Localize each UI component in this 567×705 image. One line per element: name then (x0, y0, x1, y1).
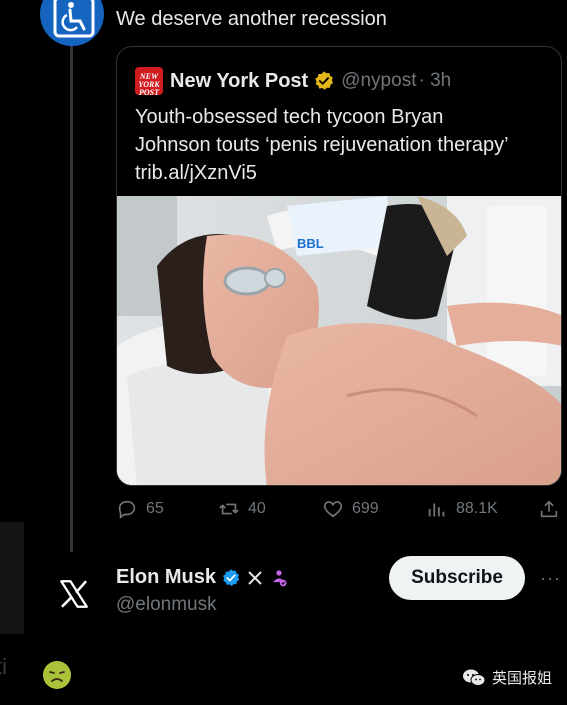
views-icon (428, 503, 445, 517)
views-count: 88.1K (456, 500, 498, 517)
like-button[interactable]: 699 (322, 498, 379, 520)
watermark-text: 英国报姐 (492, 670, 553, 687)
quoted-tweet-image[interactable]: BBL (117, 196, 561, 485)
author-row: Elon Musk @elonmusk Subscribe ··· (0, 556, 567, 626)
author-name[interactable]: Elon Musk (116, 566, 216, 589)
repost-count: 40 (248, 500, 266, 517)
quoted-tweet-card[interactable]: NEW YORK POST New York Post @nypost · 3h Y… (116, 46, 562, 486)
quoted-text-line-2: Johnson touts ‘penis rejuvenation therap… (135, 134, 509, 156)
photo-illustration: BBL (117, 196, 561, 485)
verified-gold-icon (315, 71, 334, 90)
repost-button[interactable]: 40 (218, 498, 266, 520)
x-logo-icon (60, 580, 88, 608)
verified-blue-icon (223, 568, 240, 586)
elon-avatar[interactable] (42, 562, 106, 626)
wheelchair-icon (53, 0, 95, 38)
user-avatar[interactable] (40, 0, 104, 46)
quoted-author-handle[interactable]: @nypost (341, 70, 416, 92)
device-label: BBL (297, 236, 324, 251)
tweet-text: We deserve another recession (116, 8, 387, 30)
reply-count: 65 (146, 500, 164, 517)
quoted-link[interactable]: trib.al/jXznVi5 (135, 159, 555, 187)
watermark: 英国报姐 (462, 667, 552, 688)
side-panel-edge-text: ti (0, 654, 7, 679)
x-affiliate-icon (248, 570, 262, 585)
reply-icon (118, 500, 136, 519)
sick-face-icon (43, 661, 71, 689)
views-button[interactable]: 88.1K (426, 498, 498, 520)
affiliate-badge-icon (273, 569, 287, 586)
like-count: 699 (352, 500, 379, 517)
nypost-logo[interactable]: NEW YORK POST (135, 67, 163, 97)
tweet-actions-bar: 65 40 699 88.1K (116, 498, 566, 524)
wechat-icon (463, 669, 486, 686)
quoted-text-line-1: Youth-obsessed tech tycoon Bryan (135, 106, 444, 128)
quoted-timestamp[interactable]: · 3h (418, 70, 451, 92)
like-icon (323, 501, 343, 518)
thread-connector-line (70, 46, 73, 552)
quoted-tweet-text: Youth-obsessed tech tycoon Bryan Johnson… (135, 103, 555, 187)
quoted-tweet-header: NEW YORK POST New York Post @nypost · 3h (135, 67, 451, 97)
repost-icon (219, 503, 239, 515)
quoted-author-name[interactable]: New York Post (170, 70, 308, 93)
author-handle[interactable]: @elonmusk (116, 594, 217, 616)
reply-button[interactable]: 65 (116, 498, 164, 520)
author-name-row: Elon Musk (116, 566, 289, 589)
more-options-button[interactable]: ··· (540, 568, 561, 589)
share-button[interactable] (538, 498, 567, 520)
share-icon (540, 500, 558, 518)
subscribe-button[interactable]: Subscribe (389, 556, 525, 600)
